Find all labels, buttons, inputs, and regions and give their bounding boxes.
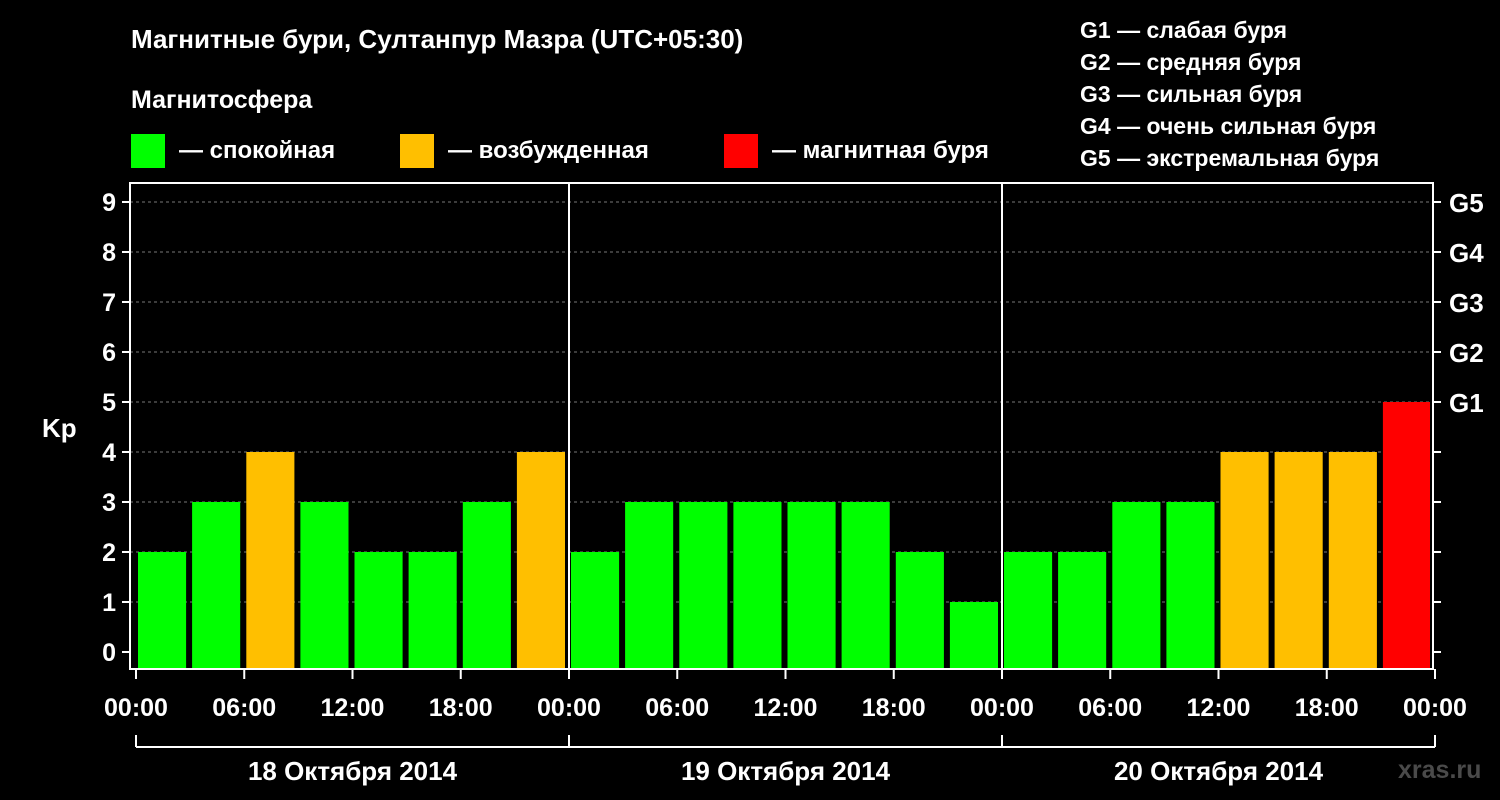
kp-bar — [408, 552, 457, 669]
day-label: 18 Октября 2014 — [248, 756, 458, 786]
kp-bar — [300, 502, 349, 669]
kp-bar — [192, 502, 241, 669]
x-tick-label: 00:00 — [970, 694, 1034, 722]
kp-bar — [1382, 402, 1430, 669]
kp-bar — [246, 452, 295, 669]
kp-bar — [1328, 452, 1377, 669]
x-tick-label: 18:00 — [429, 694, 493, 722]
y-tick-label: 9 — [102, 189, 116, 217]
x-tick-label: 06:00 — [1078, 694, 1142, 722]
y-tick-label: 2 — [102, 539, 116, 567]
kp-bar — [1166, 502, 1215, 669]
y-tick-label: 3 — [102, 489, 116, 517]
x-tick-label: 00:00 — [1403, 694, 1467, 722]
y-tick-label: 7 — [102, 289, 116, 317]
kp-bar — [733, 502, 782, 669]
kp-bar — [1058, 552, 1107, 669]
g-level-label: G5 — [1449, 188, 1484, 218]
x-tick-label: 12:00 — [1187, 694, 1251, 722]
x-tick-label: 18:00 — [862, 694, 926, 722]
kp-chart: 0 1 2 3 4 5 6 7 8 9 G1 G2 G3 G4 G5 Kp 00:00 06:00 12:00 18:… — [42, 182, 1484, 786]
kp-bar — [354, 552, 403, 669]
kp-bar — [949, 602, 998, 669]
y-tick-label: 1 — [102, 589, 116, 617]
x-tick-label: 06:00 — [212, 694, 276, 722]
x-tick-label: 00:00 — [104, 694, 168, 722]
kp-bar — [1112, 502, 1161, 669]
kp-bar — [1220, 452, 1269, 669]
x-tick-label: 06:00 — [645, 694, 709, 722]
x-tick-label: 00:00 — [537, 694, 601, 722]
x-tick-label: 18:00 — [1295, 694, 1359, 722]
kp-bar — [571, 552, 620, 669]
y-tick-label: 8 — [102, 239, 116, 267]
kp-bar — [138, 552, 187, 669]
kp-bar — [895, 552, 944, 669]
kp-bar — [841, 502, 890, 669]
day-label: 20 Октября 2014 — [1114, 756, 1324, 786]
kp-bar — [516, 452, 565, 669]
kp-bar — [1004, 552, 1053, 669]
kp-bar — [679, 502, 728, 669]
g-level-label: G3 — [1449, 288, 1484, 318]
x-tick-label: 12:00 — [321, 694, 385, 722]
y-tick-label: 6 — [102, 339, 116, 367]
kp-bar — [1274, 452, 1323, 669]
kp-bar — [625, 502, 674, 669]
y-tick-label: 5 — [102, 389, 116, 417]
kp-bar — [462, 502, 511, 669]
kp-bar — [787, 502, 836, 669]
g-level-label: G4 — [1449, 238, 1484, 268]
y-axis-label: Kp — [42, 413, 77, 443]
y-tick-label: 4 — [102, 439, 116, 467]
g-level-label: G1 — [1449, 388, 1484, 418]
g-level-label: G2 — [1449, 338, 1484, 368]
x-tick-label: 12:00 — [754, 694, 818, 722]
watermark: xras.ru — [1398, 756, 1482, 784]
day-label: 19 Октября 2014 — [681, 756, 891, 786]
y-tick-label: 0 — [102, 639, 116, 667]
